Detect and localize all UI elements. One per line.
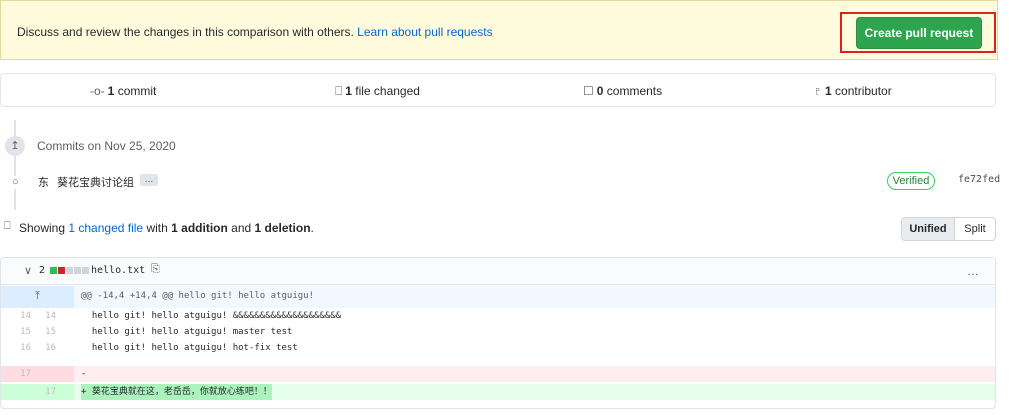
summary-commits[interactable]: -o- 1 commit bbox=[90, 84, 156, 98]
file-diff: ∨ 2 hello.txt ⎘ … ⤒ @@ -14,4 +14,4 @@ he… bbox=[0, 257, 996, 409]
file-name-link[interactable]: hello.txt bbox=[91, 265, 145, 276]
showing-with: with bbox=[146, 221, 168, 235]
diff-view-toggle: Unified Split bbox=[901, 217, 996, 241]
comparison-summary: -o- 1 commit ⎕ 1 file changed ☐ 0 comments … bbox=[0, 73, 996, 107]
file-diff-icon: ⎕ bbox=[335, 84, 343, 98]
diffstat-block-neutral bbox=[74, 267, 81, 274]
file-count: 1 bbox=[345, 84, 352, 98]
diff-summary-text: Showing 1 changed file with 1 addition a… bbox=[19, 221, 314, 235]
expand-up-icon[interactable]: ⤒ bbox=[1, 286, 74, 308]
old-line-number[interactable]: 14 bbox=[11, 308, 31, 324]
changed-files-link[interactable]: 1 changed file bbox=[68, 221, 143, 235]
chevron-down-icon[interactable]: ∨ bbox=[24, 264, 32, 277]
commit-count: 1 bbox=[107, 84, 115, 98]
hunk-header: ⤒ @@ -14,4 +14,4 @@ hello git! hello atg… bbox=[1, 286, 995, 308]
code-text: hello git! hello atguigu! master test bbox=[81, 327, 293, 337]
commits-date-heading: Commits on Nov 25, 2020 bbox=[37, 139, 176, 153]
diff-line: 15 15 hello git! hello atguigu! master t… bbox=[1, 324, 995, 340]
unified-view-button[interactable]: Unified bbox=[902, 218, 955, 240]
comment-count: 0 bbox=[596, 84, 604, 98]
create-pull-request-button[interactable]: Create pull request bbox=[856, 17, 982, 49]
file-label: file changed bbox=[355, 84, 420, 98]
old-line-number[interactable]: 15 bbox=[11, 324, 31, 340]
file-diff-icon: ⎕ bbox=[4, 220, 11, 232]
diff-line: 14 14 hello git! hello atguigu! &&&&&&&&… bbox=[1, 308, 995, 324]
code-text: + 葵花宝典就在这，老岳岳，你就放心练吧！！ bbox=[81, 384, 272, 400]
verified-badge[interactable]: Verified bbox=[887, 172, 935, 190]
hunk-header-text: @@ -14,4 +14,4 @@ hello git! hello atgui… bbox=[81, 291, 314, 301]
commit-label: commit bbox=[117, 84, 157, 98]
code-text: - bbox=[81, 369, 87, 379]
old-line-number[interactable]: 17 bbox=[11, 366, 31, 382]
contributor-count: 1 bbox=[825, 84, 832, 98]
comment-label: comments bbox=[606, 84, 663, 98]
commit-sha-link[interactable]: fe72fed bbox=[958, 174, 1000, 185]
learn-about-pull-requests-link[interactable]: Learn about pull requests bbox=[357, 25, 492, 39]
split-view-button[interactable]: Split bbox=[955, 218, 995, 240]
expand-commit-message-button[interactable]: … bbox=[140, 174, 158, 186]
commit-message-link[interactable]: 葵花宝典讨论组 bbox=[57, 174, 134, 190]
diffstat-block-added bbox=[50, 267, 57, 274]
people-icon: ♇ bbox=[813, 84, 822, 98]
diffstat-block-removed bbox=[58, 267, 65, 274]
deletions-count: 1 deletion bbox=[254, 221, 311, 235]
avatar[interactable]: 东 bbox=[38, 174, 49, 190]
new-line-number[interactable]: 15 bbox=[36, 324, 56, 340]
copy-clipboard-icon[interactable]: ⎘ bbox=[151, 263, 160, 276]
diffstat-count: 2 bbox=[39, 265, 46, 276]
timeline-line bbox=[14, 120, 16, 210]
diff-line: 16 16 hello git! hello atguigu! hot-fix … bbox=[1, 340, 995, 356]
git-commit-icon: ○ bbox=[9, 176, 22, 189]
summary-files[interactable]: ⎕ 1 file changed bbox=[335, 84, 420, 99]
new-line-number[interactable]: 17 bbox=[36, 384, 56, 400]
repo-push-icon: ↥ bbox=[5, 136, 25, 156]
code-text: hello git! hello atguigu! hot-fix test bbox=[81, 343, 298, 353]
summary-contributors[interactable]: ♇ 1 contributor bbox=[813, 84, 892, 98]
file-header: ∨ 2 hello.txt ⎘ … bbox=[1, 258, 995, 285]
showing-prefix: Showing bbox=[19, 221, 66, 235]
diffstat-block-neutral bbox=[82, 267, 89, 274]
kebab-menu-icon[interactable]: … bbox=[967, 264, 980, 278]
showing-end: . bbox=[310, 221, 314, 235]
new-line-number[interactable]: 14 bbox=[36, 308, 56, 324]
git-commit-icon: -o- bbox=[90, 84, 105, 98]
showing-and: and bbox=[231, 221, 252, 235]
comment-icon: ☐ bbox=[583, 84, 594, 98]
summary-comments[interactable]: ☐ 0 comments bbox=[583, 84, 662, 98]
banner-text: Discuss and review the changes in this c… bbox=[17, 25, 493, 39]
old-line-number[interactable]: 16 bbox=[11, 340, 31, 356]
compare-banner: Discuss and review the changes in this c… bbox=[0, 0, 998, 60]
diffstat-block-neutral bbox=[66, 267, 73, 274]
code-text: hello git! hello atguigu! &&&&&&&&&&&&&&… bbox=[81, 311, 342, 321]
diff-line-addition: 17 + 葵花宝典就在这，老岳岳，你就放心练吧！！ bbox=[1, 384, 995, 400]
banner-message: Discuss and review the changes in this c… bbox=[17, 25, 354, 39]
contributor-label: contributor bbox=[835, 84, 892, 98]
new-line-number[interactable]: 16 bbox=[36, 340, 56, 356]
diff-line-deletion: 17 - bbox=[1, 366, 995, 382]
additions-count: 1 addition bbox=[171, 221, 228, 235]
